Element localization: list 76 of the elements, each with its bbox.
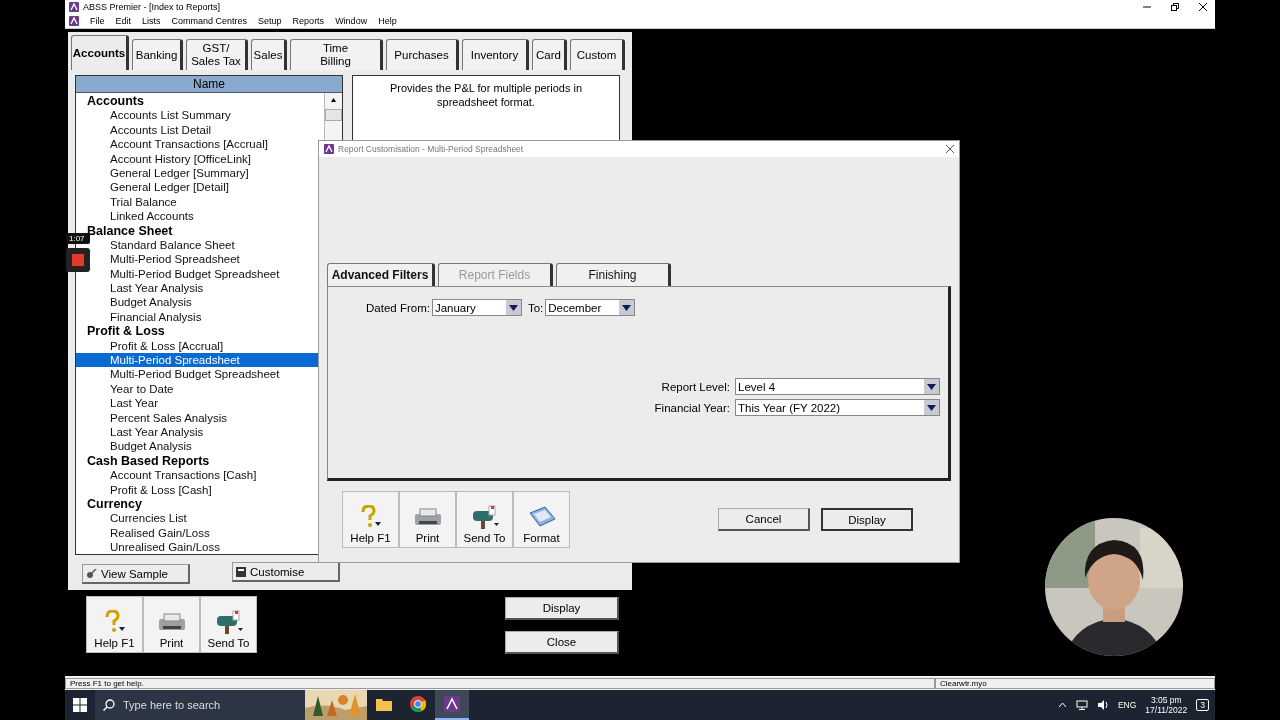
status-message: Press F1 to get help.	[65, 677, 935, 689]
toolbar-button[interactable]: Send To	[200, 596, 257, 653]
document-icon	[236, 566, 246, 577]
stop-recording-button[interactable]	[66, 248, 90, 272]
search-icon	[103, 699, 115, 711]
folder-icon[interactable]	[376, 697, 392, 711]
tab[interactable]: Card	[532, 39, 567, 70]
action-button[interactable]: Close	[505, 631, 619, 654]
tab[interactable]: Banking	[132, 39, 183, 70]
month-dropdown[interactable]: December	[545, 299, 636, 316]
minimize-icon[interactable]	[1143, 3, 1151, 11]
field-label: Dated From:	[366, 301, 430, 314]
report-item[interactable]: Accounts List Summary	[76, 108, 324, 123]
speaker-icon[interactable]	[1096, 700, 1109, 710]
search-field[interactable]: Type here to search	[95, 690, 367, 720]
menu-item[interactable]: Reports	[292, 16, 325, 26]
menu-item[interactable]: Edit	[115, 16, 132, 26]
close-icon[interactable]	[946, 145, 954, 153]
chevron-up-icon[interactable]	[1057, 702, 1067, 708]
select-field[interactable]: Level 4	[735, 378, 940, 395]
group-heading: Currency	[86, 496, 143, 512]
field-label: To:	[527, 301, 544, 314]
menu-item[interactable]: File	[90, 16, 105, 26]
group-heading: Profit & Loss	[86, 324, 166, 339]
tab[interactable]: Advanced Filters	[327, 263, 435, 286]
toolbar-button[interactable]: Help F1	[342, 491, 399, 548]
windows-icon[interactable]	[73, 698, 87, 712]
menu-item[interactable]: Command Centres	[171, 16, 248, 26]
toolbar-button[interactable]: Print	[399, 491, 456, 548]
customise-button[interactable]: Customise	[232, 562, 340, 582]
app-icon[interactable]	[444, 696, 460, 712]
network-icon[interactable]	[1075, 700, 1088, 710]
field-label: Financial Year:	[654, 401, 730, 414]
scroll-thumb[interactable]	[325, 109, 342, 121]
toolbar-button[interactable]: Print	[143, 596, 200, 653]
menu-item[interactable]: Setup	[258, 16, 282, 26]
group-heading: Cash Based Reports	[86, 453, 211, 469]
question-mark-icon	[359, 505, 382, 529]
tab[interactable]: Accounts	[71, 35, 129, 70]
report-item[interactable]: Accounts List Detail	[76, 122, 324, 138]
tab[interactable]: GST/ Sales Tax	[186, 39, 248, 70]
field-label: Report Level:	[661, 380, 730, 393]
group-heading: Accounts	[86, 94, 145, 109]
toolbar-button[interactable]: Send To	[456, 491, 513, 548]
tab[interactable]: Custom	[570, 39, 625, 70]
browser-icon[interactable]	[410, 696, 426, 712]
tab[interactable]: Finishing	[556, 263, 671, 286]
menu-item[interactable]: Window	[335, 16, 368, 26]
tab[interactable]: Time Billing	[290, 39, 383, 70]
app-icon	[324, 144, 334, 154]
select-field[interactable]: This Year (FY 2022)	[735, 399, 940, 416]
tab[interactable]: Inventory	[462, 39, 529, 70]
action-button[interactable]: Display	[505, 597, 619, 620]
menu-item[interactable]: Lists	[142, 16, 161, 26]
dialog-button[interactable]: Display	[821, 508, 913, 531]
question-mark-icon	[103, 610, 126, 634]
stop-icon	[72, 254, 84, 266]
status-file: Clearwtr.myo	[935, 677, 1215, 689]
view-sample-button[interactable]: View Sample	[82, 564, 190, 584]
toolbar-button[interactable]: Help F1	[86, 596, 143, 653]
toolbar-button[interactable]: Format	[513, 491, 570, 548]
recording-timer: 1:07	[66, 233, 90, 244]
tab[interactable]: Purchases	[386, 39, 459, 70]
tab[interactable]: Sales	[251, 39, 287, 70]
column-header: Name	[76, 76, 342, 93]
language-indicator[interactable]: ENG	[1117, 700, 1137, 710]
close-icon[interactable]	[1199, 3, 1207, 11]
dialog-title: Report Customisation - Multi-Period Spreadsheet	[338, 144, 524, 154]
booklet-icon	[526, 505, 557, 529]
notification-badge[interactable]: 3	[1196, 699, 1209, 711]
restore-icon[interactable]	[1171, 3, 1179, 11]
month-dropdown[interactable]: January	[431, 299, 522, 316]
dialog-button[interactable]: Cancel	[718, 508, 810, 531]
window-title: ABSS Premier - [Index to Reports]	[83, 2, 221, 12]
clock[interactable]: 3:05 pm 17/11/2022	[1145, 695, 1188, 715]
menu-item[interactable]: Help	[378, 16, 397, 26]
